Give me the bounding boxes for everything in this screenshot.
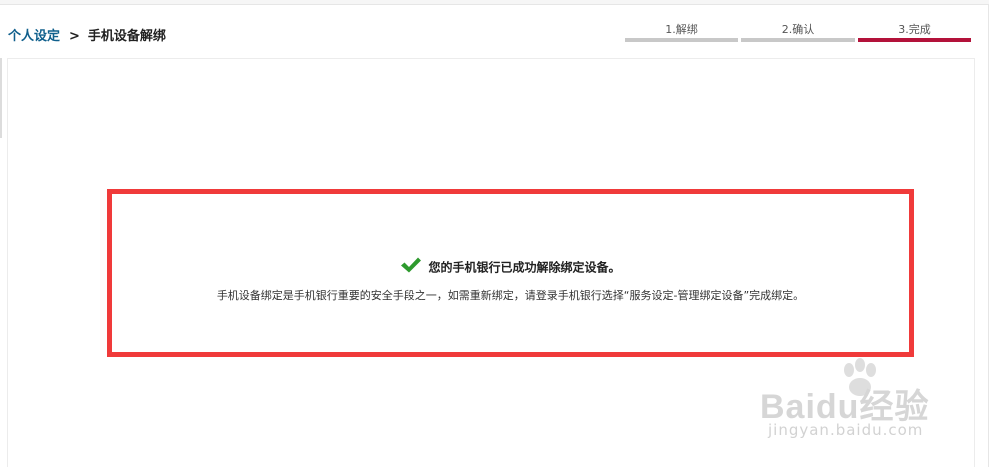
success-title: 您的手机银行已成功解除绑定设备。 <box>428 260 621 275</box>
success-message: 您的手机银行已成功解除绑定设备。 <box>112 256 909 276</box>
breadcrumb-personal-settings[interactable]: 个人设定 <box>8 29 60 44</box>
step-label: 1.解绑 <box>665 23 698 36</box>
check-icon <box>400 256 422 274</box>
breadcrumb-separator: > <box>69 29 80 44</box>
page-frame: 个人设定 > 手机设备解绑 1.解绑 2.确认 3.完成 您的手机银行已成功解除… <box>0 0 989 467</box>
result-highlight-box: 您的手机银行已成功解除绑定设备。 手机设备绑定是手机银行重要的安全手段之一，如需… <box>107 189 914 357</box>
step-bar <box>625 38 738 42</box>
step-progress: 1.解绑 2.确认 3.完成 <box>625 23 971 45</box>
page-header: 个人设定 > 手机设备解绑 1.解绑 2.确认 3.完成 <box>0 5 988 47</box>
breadcrumb: 个人设定 > 手机设备解绑 <box>8 25 166 44</box>
step-label: 2.确认 <box>781 23 815 36</box>
step-unbind: 1.解绑 <box>625 23 738 45</box>
step-complete: 3.完成 <box>858 23 971 45</box>
baidu-jingyan-watermark: Baidu经验 jingyan.baidu.com <box>760 355 980 445</box>
success-description: 手机设备绑定是手机银行重要的安全手段之一，如需重新绑定，请登录手机银行选择“服务… <box>216 289 805 302</box>
step-label: 3.完成 <box>898 23 931 36</box>
watermark-url: jingyan.baidu.com <box>768 421 924 439</box>
page-title: 手机设备解绑 <box>87 29 166 44</box>
step-bar-active <box>858 38 971 42</box>
left-edge-scrollbar <box>0 58 2 138</box>
step-bar <box>741 38 855 42</box>
step-confirm: 2.确认 <box>741 23 855 45</box>
